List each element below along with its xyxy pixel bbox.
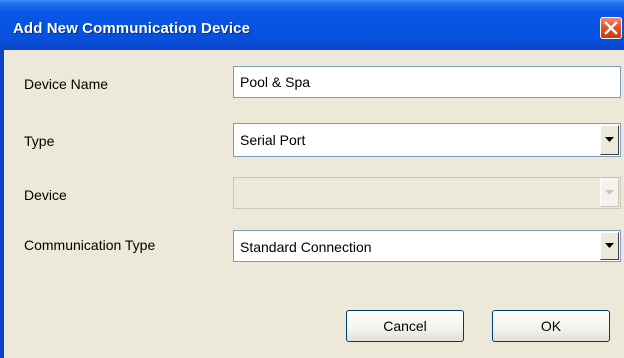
dialog-body: Device Name Pool & Spa Type Serial Port … [4,50,624,358]
close-icon [604,21,618,35]
communication-type-select-value: Standard Connection [240,239,372,255]
type-select[interactable]: Serial Port [233,123,621,157]
dialog-title: Add New Communication Device [13,20,251,37]
communication-type-label: Communication Type [24,237,156,253]
cancel-button[interactable]: Cancel [346,310,464,342]
device-dropdown-button[interactable] [600,179,619,207]
communication-type-select[interactable]: Standard Connection [233,230,621,262]
device-label: Device [24,187,67,203]
type-dropdown-button[interactable] [600,125,619,155]
ok-button[interactable]: OK [492,310,610,342]
dialog-window: Add New Communication Device Device Name… [0,0,624,358]
chevron-down-icon [605,190,614,195]
close-button[interactable] [600,17,622,39]
chevron-down-icon [605,243,614,248]
communication-type-dropdown-button[interactable] [600,232,619,260]
type-select-value: Serial Port [240,132,306,148]
chevron-down-icon [605,137,614,142]
type-label: Type [24,133,55,149]
title-bar[interactable]: Add New Communication Device [0,0,624,50]
device-name-input[interactable]: Pool & Spa [233,66,621,98]
device-select[interactable] [233,177,621,209]
device-name-label: Device Name [24,76,109,92]
